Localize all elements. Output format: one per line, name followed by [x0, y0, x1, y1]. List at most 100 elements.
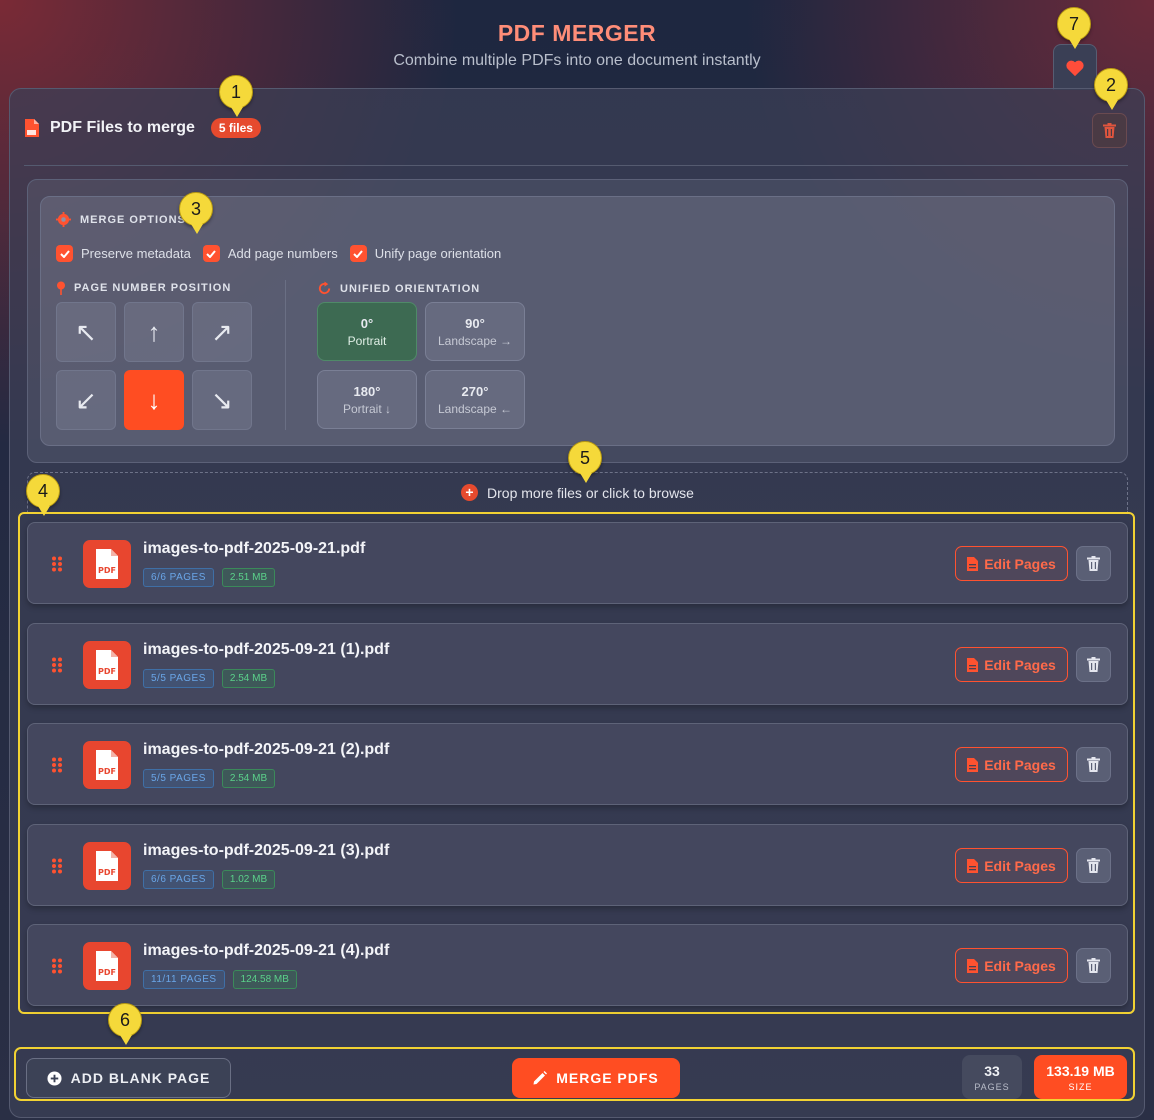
orientation-270-button[interactable]: 270° Landscape ← — [425, 370, 525, 429]
edit-pages-button[interactable]: Edit Pages — [955, 848, 1068, 883]
annotation-marker: 7 — [1057, 7, 1091, 49]
position-bottom-left-button[interactable]: ↙ — [56, 370, 116, 430]
file-dropzone[interactable]: + Drop more files or click to browse — [27, 472, 1128, 512]
page-subtitle: Combine multiple PDFs into one document … — [393, 52, 761, 69]
dropzone-label: Drop more files or click to browse — [487, 484, 694, 501]
file-tags: 6/6 PAGES 2.51 MB — [143, 568, 276, 587]
orientation-degrees: 0° — [360, 315, 374, 331]
page-number-position-title: PAGE NUMBER POSITION — [74, 282, 232, 294]
orientation-degrees: 180° — [353, 383, 381, 399]
file-tags: 11/11 PAGES 124.58 MB — [143, 970, 297, 989]
section-divider — [24, 165, 1128, 166]
orientation-degrees: 270° — [461, 383, 489, 399]
file-size-tag: 2.54 MB — [221, 669, 276, 688]
edit-pages-button[interactable]: Edit Pages — [955, 647, 1068, 682]
gear-icon — [56, 212, 71, 227]
preserve-metadata-option[interactable]: Preserve metadata — [56, 245, 191, 262]
trash-icon — [1087, 958, 1100, 973]
edit-pages-label: Edit Pages — [984, 555, 1056, 572]
total-size-value: 133.19 MB — [1046, 1062, 1115, 1079]
edit-pages-button[interactable]: Edit Pages — [955, 948, 1068, 983]
file-pages-tag: 11/11 PAGES — [143, 970, 225, 989]
orientation-180-button[interactable]: 180° Portrait ↓ — [317, 370, 417, 429]
trash-icon — [1087, 757, 1100, 772]
remove-file-button[interactable] — [1076, 647, 1111, 682]
unify-orientation-option[interactable]: Unify page orientation — [349, 245, 502, 262]
file-row[interactable]: PDF images-to-pdf-2025-09-21 (1).pdf 5/5… — [27, 623, 1128, 705]
page-title: PDF MERGER — [497, 20, 657, 46]
annotation-marker: 1 — [219, 75, 253, 117]
file-row[interactable]: PDF images-to-pdf-2025-09-21.pdf 6/6 PAG… — [27, 522, 1128, 604]
file-row[interactable]: PDF images-to-pdf-2025-09-21 (2).pdf 5/5… — [27, 723, 1128, 805]
orientation-0-button[interactable]: 0° Portrait — [317, 302, 417, 361]
file-name: images-to-pdf-2025-09-21 (3).pdf — [143, 842, 390, 859]
remove-file-button[interactable] — [1076, 747, 1111, 782]
merge-pdfs-button[interactable]: MERGE PDFS — [512, 1058, 680, 1098]
drag-handle-icon[interactable] — [51, 556, 63, 572]
orientation-label: Landscape ← — [437, 401, 513, 416]
trash-icon — [1103, 123, 1116, 138]
favorite-button[interactable] — [1053, 44, 1097, 90]
checkmark-icon — [353, 249, 363, 258]
file-row[interactable]: PDF images-to-pdf-2025-09-21 (4).pdf 11/… — [27, 924, 1128, 1006]
merge-pdfs-label: MERGE PDFS — [556, 1070, 659, 1086]
add-page-numbers-checkbox[interactable] — [202, 245, 220, 262]
svg-text:PDF: PDF — [98, 667, 116, 676]
trash-icon — [1087, 858, 1100, 873]
preserve-metadata-checkbox[interactable] — [56, 245, 73, 262]
merge-options-checkboxes: Preserve metadata Add page numbers Unify… — [56, 245, 501, 262]
file-edit-icon — [967, 858, 979, 873]
page-number-position-header: PAGE NUMBER POSITION — [56, 281, 231, 295]
total-size-stat: 133.19 MB SIZE — [1034, 1055, 1127, 1099]
orientation-label: Landscape → — [437, 333, 513, 348]
edit-pages-button[interactable]: Edit Pages — [955, 747, 1068, 782]
unify-orientation-label: Unify page orientation — [374, 246, 502, 261]
remove-file-button[interactable] — [1076, 848, 1111, 883]
file-row[interactable]: PDF images-to-pdf-2025-09-21 (3).pdf 6/6… — [27, 824, 1128, 906]
file-pages-tag: 6/6 PAGES — [143, 568, 214, 587]
file-size-tag: 2.54 MB — [221, 769, 276, 788]
drag-handle-icon[interactable] — [51, 757, 63, 773]
orientation-90-button[interactable]: 90° Landscape → — [425, 302, 525, 361]
edit-pages-label: Edit Pages — [984, 857, 1056, 874]
remove-file-button[interactable] — [1076, 948, 1111, 983]
merge-options-title: MERGE OPTIONS — [80, 213, 186, 226]
position-bottom-right-button[interactable]: ↘ — [192, 370, 252, 430]
unify-orientation-checkbox[interactable] — [349, 245, 367, 262]
file-edit-icon — [967, 958, 979, 973]
position-top-center-button[interactable]: ↑ — [124, 302, 184, 362]
position-top-right-button[interactable]: ↗ — [192, 302, 252, 362]
pencil-icon — [533, 1071, 548, 1085]
drag-handle-icon[interactable] — [51, 657, 63, 673]
position-top-left-button[interactable]: ↖ — [56, 302, 116, 362]
file-count-badge: 5 files — [210, 118, 261, 138]
add-page-numbers-option[interactable]: Add page numbers — [202, 245, 338, 262]
svg-text:PDF: PDF — [98, 968, 116, 977]
edit-pages-button[interactable]: Edit Pages — [955, 546, 1068, 581]
file-edit-icon — [967, 657, 979, 672]
merge-options-header: MERGE OPTIONS — [56, 212, 186, 227]
file-edit-icon — [967, 556, 979, 571]
svg-text:PDF: PDF — [98, 767, 116, 776]
drag-handle-icon[interactable] — [51, 958, 63, 974]
add-page-numbers-label: Add page numbers — [227, 246, 338, 261]
position-bottom-center-button[interactable]: ↓ — [124, 370, 184, 430]
file-edit-icon — [967, 757, 979, 772]
annotation-marker: 3 — [179, 192, 213, 234]
pin-icon — [57, 281, 65, 295]
files-section-title: PDF Files to merge — [50, 119, 195, 136]
clear-all-button[interactable] — [1092, 113, 1127, 148]
file-size-tag: 124.58 MB — [232, 970, 297, 989]
svg-text:PDF: PDF — [98, 868, 116, 877]
edit-pages-label: Edit Pages — [984, 656, 1056, 673]
file-name: images-to-pdf-2025-09-21 (2).pdf — [143, 741, 390, 758]
add-blank-page-button[interactable]: ADD BLANK PAGE — [26, 1058, 231, 1098]
remove-file-button[interactable] — [1076, 546, 1111, 581]
drag-handle-icon[interactable] — [51, 858, 63, 874]
orientation-degrees: 90° — [465, 315, 485, 331]
pdf-file-icon: PDF — [83, 741, 131, 789]
pdf-file-icon: PDF — [83, 641, 131, 689]
file-size-tag: 2.51 MB — [221, 568, 276, 587]
trash-icon — [1087, 657, 1100, 672]
file-tags: 5/5 PAGES 2.54 MB — [143, 769, 276, 788]
